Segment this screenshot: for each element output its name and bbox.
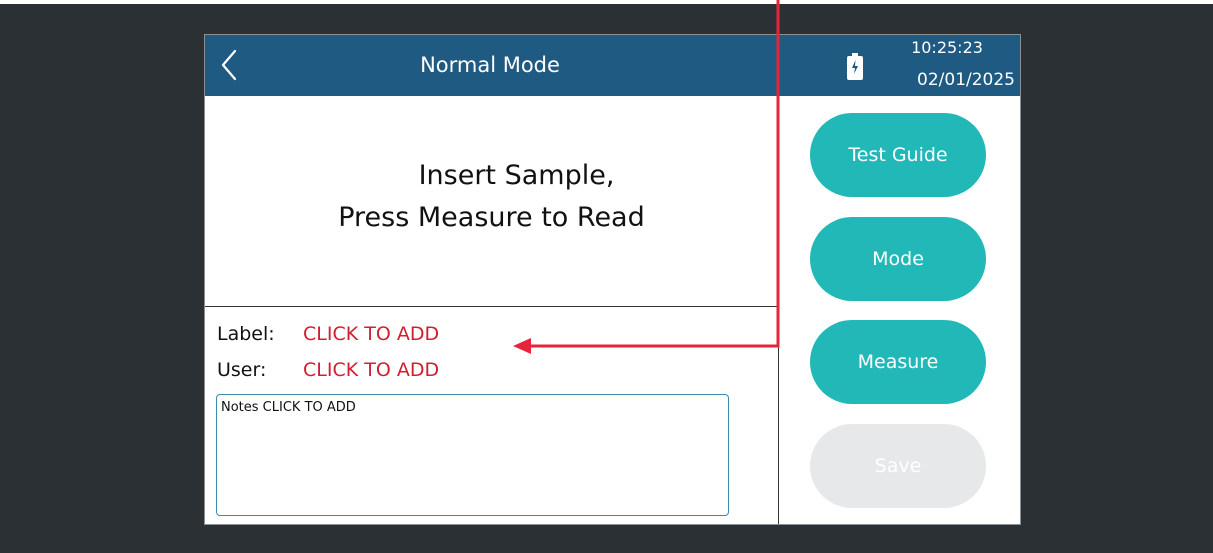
top-edge-strip xyxy=(0,0,1213,4)
instruction-prompt: Insert Sample, Press Measure to Read xyxy=(205,155,778,239)
notes-placeholder: Notes CLICK TO ADD xyxy=(221,400,356,415)
test-guide-button[interactable]: Test Guide xyxy=(810,113,986,197)
label-field-value[interactable]: CLICK TO ADD xyxy=(303,322,439,346)
user-field-value[interactable]: CLICK TO ADD xyxy=(303,358,439,382)
save-button[interactable]: Save xyxy=(810,424,986,508)
mode-button[interactable]: Mode xyxy=(810,217,986,301)
label-field-label: Label: xyxy=(217,323,275,345)
section-divider xyxy=(205,306,778,307)
clock-date: 02/01/2025 xyxy=(917,70,1015,90)
device-screen: Normal Mode 10:25:23 02/01/2025 Insert S… xyxy=(204,34,1021,525)
battery-charging-icon xyxy=(846,53,864,81)
prompt-line-1: Insert Sample, xyxy=(418,160,615,191)
header-bar: Normal Mode 10:25:23 02/01/2025 xyxy=(205,35,1020,96)
user-field-label: User: xyxy=(217,359,267,381)
page-title: Normal Mode xyxy=(420,53,560,77)
clock-time: 10:25:23 xyxy=(911,38,983,57)
panel-divider xyxy=(778,96,779,524)
notes-field[interactable]: Notes CLICK TO ADD xyxy=(216,394,729,516)
measure-button[interactable]: Measure xyxy=(810,320,986,404)
prompt-line-2: Press Measure to Read xyxy=(338,202,645,233)
